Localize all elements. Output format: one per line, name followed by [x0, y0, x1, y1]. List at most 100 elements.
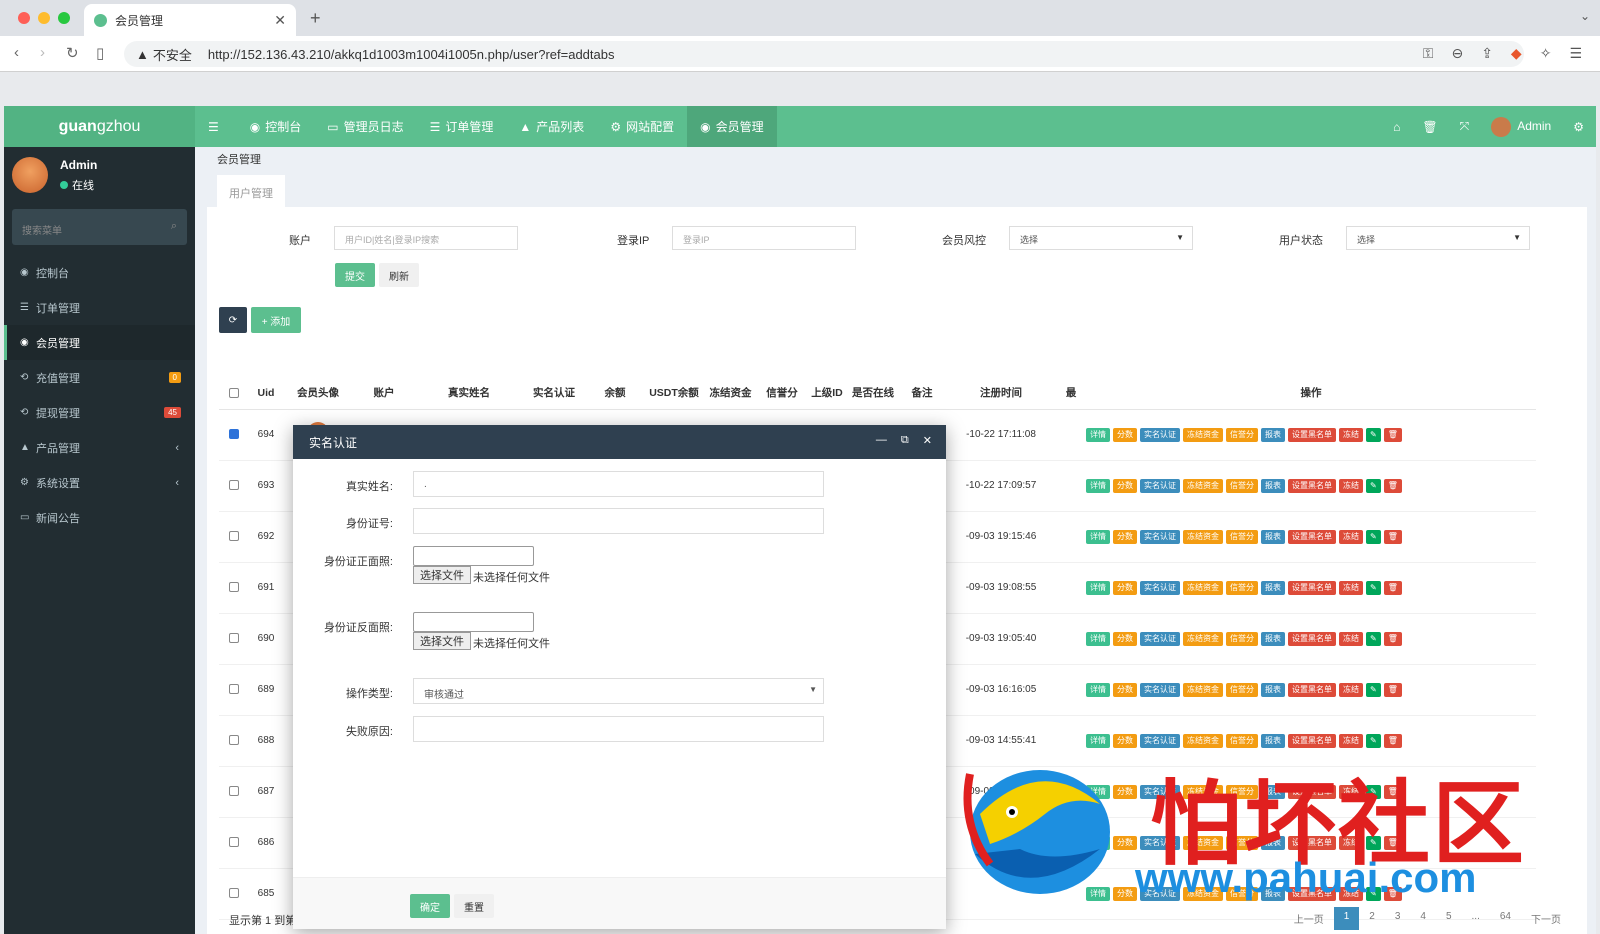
back-icon[interactable]: ‹ [14, 44, 19, 61]
action-button[interactable]: 详情 [1086, 427, 1110, 442]
menu-icon[interactable]: ☰ [1569, 45, 1582, 62]
minimize-icon[interactable]: — [876, 434, 887, 447]
refresh-button[interactable]: ⟳ [219, 307, 247, 333]
edit-icon[interactable]: ✎ [1366, 631, 1381, 646]
zoom-icon[interactable]: ⊖ [1451, 45, 1463, 62]
action-button[interactable]: 报表 [1261, 529, 1285, 544]
action-button[interactable]: 冻结资金 [1183, 529, 1223, 544]
top-nav-item[interactable]: ▭ 管理员日志 [314, 106, 416, 147]
id-field[interactable] [413, 508, 824, 534]
action-button[interactable]: 信誉分 [1226, 682, 1258, 697]
select-all-checkbox[interactable] [229, 387, 239, 398]
sidebar-item[interactable]: ▭ 新闻公告 [4, 500, 195, 535]
new-tab-icon[interactable]: + [310, 8, 321, 29]
close-window-icon[interactable] [18, 12, 30, 24]
minimize-window-icon[interactable] [38, 12, 50, 24]
edit-icon[interactable]: ✎ [1366, 529, 1381, 544]
action-button[interactable]: 冻结资金 [1183, 682, 1223, 697]
sidebar-item[interactable]: ◉ 控制台 [4, 255, 195, 290]
action-button[interactable]: 报表 [1261, 682, 1285, 697]
edit-icon[interactable]: ✎ [1366, 427, 1381, 442]
action-button[interactable]: 设置黑名单 [1288, 682, 1336, 697]
action-button[interactable]: 报表 [1261, 631, 1285, 646]
status-select[interactable]: 选择 ▼ [1346, 226, 1530, 250]
row-checkbox[interactable] [229, 888, 239, 899]
account-search-input[interactable]: 用户ID|姓名|登录IP搜索 [334, 226, 518, 250]
action-button[interactable]: 冻结 [1339, 682, 1363, 697]
action-button[interactable]: 实名认证 [1140, 733, 1180, 748]
row-checkbox[interactable] [229, 684, 239, 695]
action-button[interactable]: 冻结资金 [1183, 580, 1223, 595]
action-button[interactable]: 设置黑名单 [1288, 631, 1336, 646]
top-nav-item[interactable]: ⚙ 网站配置 [597, 106, 687, 147]
logo[interactable]: guan gzhou [4, 106, 195, 147]
action-button[interactable]: 报表 [1261, 478, 1285, 493]
brave-shield-icon[interactable]: ◆ [1511, 45, 1522, 62]
confirm-button[interactable]: 确定 [410, 894, 450, 918]
action-button[interactable]: 详情 [1086, 529, 1110, 544]
type-select[interactable]: 审核通过 ▼ [413, 678, 824, 704]
action-button[interactable]: 分数 [1113, 682, 1137, 697]
action-button[interactable]: 实名认证 [1140, 427, 1180, 442]
action-button[interactable]: 报表 [1261, 733, 1285, 748]
action-button[interactable]: 分数 [1113, 580, 1137, 595]
action-button[interactable]: 实名认证 [1140, 478, 1180, 493]
action-button[interactable]: 详情 [1086, 478, 1110, 493]
tab-list-icon[interactable]: ⌄ [1580, 9, 1590, 23]
edit-icon[interactable]: ✎ [1366, 580, 1381, 595]
edit-icon[interactable]: ✎ [1366, 478, 1381, 493]
name-field[interactable]: . [413, 471, 824, 497]
maximize-window-icon[interactable] [58, 12, 70, 24]
action-button[interactable]: 分数 [1113, 478, 1137, 493]
edit-icon[interactable]: ✎ [1366, 682, 1381, 697]
refresh-filter-button[interactable]: 刷新 [379, 263, 419, 287]
top-nav-item[interactable]: ▲ 产品列表 [506, 106, 597, 147]
action-button[interactable]: 分数 [1113, 427, 1137, 442]
action-button[interactable]: 信誉分 [1226, 631, 1258, 646]
action-button[interactable]: 设置黑名单 [1288, 733, 1336, 748]
action-button[interactable]: 分数 [1113, 733, 1137, 748]
action-button[interactable]: 设置黑名单 [1288, 580, 1336, 595]
maximize-icon[interactable]: ⧉ [901, 434, 909, 447]
action-button[interactable]: 信誉分 [1226, 580, 1258, 595]
reload-icon[interactable]: ↻ [66, 44, 79, 62]
sidebar-item[interactable]: ⟲ 提现管理 45 [4, 395, 195, 430]
action-button[interactable]: 冻结资金 [1183, 733, 1223, 748]
action-button[interactable]: 详情 [1086, 733, 1110, 748]
action-button[interactable]: 冻结 [1339, 580, 1363, 595]
delete-icon[interactable]: 🗑 [1383, 733, 1402, 748]
delete-icon[interactable]: 🗑 [1383, 478, 1402, 493]
action-button[interactable]: 分数 [1113, 631, 1137, 646]
url-field[interactable]: ▲ 不安全 http://152.136.43.210/akkq1d1003m1… [124, 41, 1524, 67]
top-user[interactable]: Admin [1491, 116, 1551, 137]
action-button[interactable]: 信誉分 [1226, 733, 1258, 748]
sidebar-item[interactable]: ▲ 产品管理 ‹ [4, 430, 195, 465]
top-nav-item[interactable]: ◉ 会员管理 [687, 106, 777, 147]
action-button[interactable]: 实名认证 [1140, 631, 1180, 646]
action-button[interactable]: 实名认证 [1140, 682, 1180, 697]
sidebar-item[interactable]: ☰ 订单管理 [4, 290, 195, 325]
reason-field[interactable] [413, 716, 824, 742]
action-button[interactable]: 详情 [1086, 580, 1110, 595]
top-nav-item[interactable]: ◉ 控制台 [237, 106, 315, 147]
delete-icon[interactable]: 🗑 [1383, 631, 1402, 646]
share-icon[interactable]: ⇪ [1481, 45, 1493, 62]
row-checkbox[interactable] [229, 429, 239, 440]
action-button[interactable]: 冻结 [1339, 631, 1363, 646]
action-button[interactable]: 冻结 [1339, 427, 1363, 442]
row-checkbox[interactable] [229, 633, 239, 644]
ip-search-input[interactable]: 登录IP [672, 226, 856, 250]
action-button[interactable]: 信誉分 [1226, 478, 1258, 493]
search-icon[interactable]: ⌕ [171, 220, 177, 233]
action-button[interactable]: 实名认证 [1140, 580, 1180, 595]
action-button[interactable]: 设置黑名单 [1288, 427, 1336, 442]
back-choose-file-button[interactable]: 选择文件 [413, 632, 471, 650]
action-button[interactable]: 详情 [1086, 631, 1110, 646]
action-button[interactable]: 报表 [1261, 580, 1285, 595]
edit-icon[interactable]: ✎ [1366, 733, 1381, 748]
forward-icon[interactable]: › [40, 44, 45, 61]
close-icon[interactable]: ✕ [923, 434, 932, 447]
row-checkbox[interactable] [229, 735, 239, 746]
action-button[interactable]: 冻结资金 [1183, 478, 1223, 493]
submit-button[interactable]: 提交 [335, 263, 375, 287]
